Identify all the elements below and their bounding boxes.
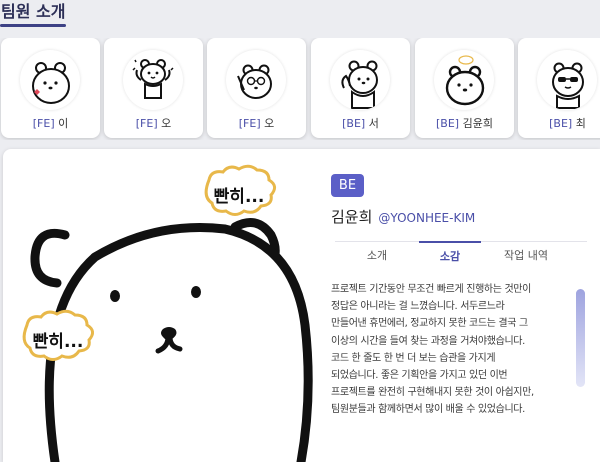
member-card[interactable]: [FE] 오 [207,38,306,138]
member-card[interactable]: [FE] 이 [1,38,100,138]
member-name-row: 김윤희 @YOONHEE-KIM [331,206,475,227]
scrollbar-thumb[interactable] [576,289,585,387]
text-line: 만들어낸 휴먼에러, 정교하지 못한 코드는 결국 그 [331,318,528,330]
member-team: [FE] [32,117,55,130]
member-name: 김윤희 [331,208,373,226]
member-label: [FE] 이 [1,115,100,131]
member-label: [BE] 서 [311,115,410,131]
avatar [434,50,494,110]
tab-impressions[interactable]: 소감 [419,241,481,270]
bear-dancing-icon [132,59,174,99]
team-badge: BE [331,174,364,197]
member-label: [FE] 오 [207,115,306,131]
avatar [330,50,390,110]
hero-bubble-text: 빤히... [214,187,265,207]
bear-glasses-icon [237,64,272,99]
section-title-underline [0,24,66,27]
bear-sunglasses-icon [552,62,584,109]
member-team: [BE] [436,117,460,130]
tab-intro[interactable]: 소개 [335,242,419,271]
member-card[interactable]: [BE] 서 [311,38,410,138]
member-card[interactable]: [BE] 김윤희 [415,38,514,138]
member-team: [FE] [135,117,158,130]
tab-work-history[interactable]: 작업 내역 [481,242,571,271]
bear-heart-icon [32,62,70,104]
member-name: 최 [575,117,586,130]
text-line: 프로젝트 기간동안 무조건 빠르게 진행하는 것만이 [331,284,531,295]
text-line: 되었습니다. 좋은 기획안을 가지고 있던 이번 [331,370,508,382]
section-header: 팀원 소개 [0,0,66,28]
member-hero-image: 빤히... 빤히... [3,149,323,462]
member-card[interactable]: [FE] 오 [104,38,203,138]
text-line: 팀원분들과 함께하면서 많이 배울 수 있었습니다. [331,404,525,416]
member-card[interactable]: [BE] 최 [518,38,600,138]
member-info: BE 김윤희 @YOONHEE-KIM 소개 소감 작업 내역 프로젝트 기간동안… [331,149,600,462]
member-label: [BE] 최 [518,115,600,131]
member-label: [FE] 오 [104,115,203,131]
text-line: 정답은 아니라는 걸 느꼈습니다. 서두르느라 [331,301,505,313]
github-handle-link[interactable]: @YOONHEE-KIM [378,211,475,225]
avatar [537,50,597,110]
section-title: 팀원 소개 [1,2,66,21]
member-name: 서 [368,117,379,130]
text-line: 이상의 시간을 들여 찾는 과정을 거쳐야했습니다. [331,335,525,347]
detail-tabs: 소개 소감 작업 내역 [335,241,587,271]
member-name: 오 [264,117,275,130]
text-line: 프로젝트를 완전히 구현해내지 못한 것이 아쉽지만, [331,387,534,399]
member-name: 오 [161,117,172,130]
bear-bubble-icon [445,55,485,106]
text-line: 코드 한 줄도 한 번 더 보는 습관을 가지게 [331,352,496,364]
member-label: [BE] 김윤희 [415,115,514,131]
member-detail-panel: 빤히... 빤히... BE 김윤희 @YOONHEE-KIM 소개 소감 작업 … [3,149,600,462]
member-name: 이 [58,117,69,130]
impressions-text: 프로젝트 기간동안 무조건 빠르게 진행하는 것만이 정답은 아니라는 걸 느꼈… [331,281,569,419]
bear-waving-icon [341,60,378,109]
member-team: [BE] [549,117,573,130]
bear-staring-icon: 빤히... 빤히... [22,164,313,462]
member-name: 김윤희 [462,117,493,130]
hero-bubble-text: 빤히... [33,332,84,352]
avatar [226,50,286,110]
member-team: [FE] [238,117,261,130]
avatar [123,50,183,110]
member-card-list: [FE] 이 [FE] 오 [FE] 오 [BE] 서 [BE] 김윤희 [BE… [0,38,600,140]
member-team: [BE] [342,117,366,130]
avatar [20,50,80,110]
